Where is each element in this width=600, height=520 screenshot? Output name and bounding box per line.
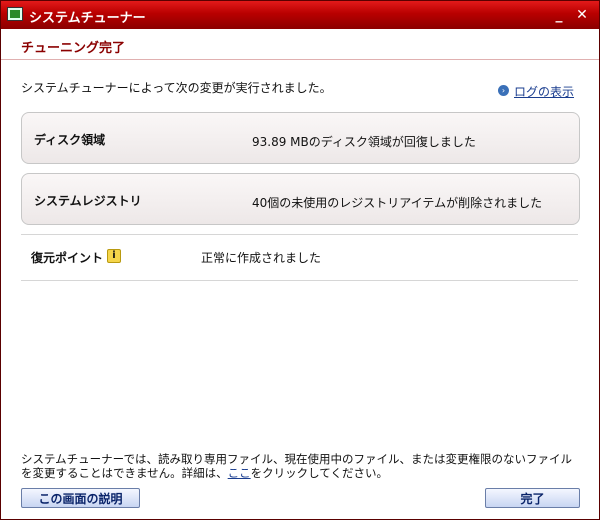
footer-note-text-end: をクリックしてください。: [250, 466, 388, 480]
registry-card: システムレジストリ 40個の未使用のレジストリアイテムが削除されました: [21, 173, 580, 225]
done-button[interactable]: 完了: [485, 488, 580, 508]
app-icon: [7, 7, 23, 21]
description-text: システムチューナーによって次の変更が実行されました。: [21, 81, 332, 95]
page-title: チューニング完了: [21, 41, 126, 56]
minimize-button[interactable]: _: [550, 6, 568, 24]
log-link-label[interactable]: ログの表示: [514, 83, 574, 100]
disk-space-value: 93.89 MBのディスク領域が回復しました: [252, 135, 476, 149]
window-title: システムチューナー: [29, 11, 146, 26]
arrow-circle-icon[interactable]: ›: [498, 85, 509, 96]
disk-space-label: ディスク領域: [34, 133, 106, 147]
system-tuner-window: システムチューナー _ ✕ チューニング完了 システムチューナーによって次の変更…: [0, 0, 600, 520]
disk-space-card: ディスク領域 93.89 MBのディスク領域が回復しました: [21, 112, 580, 164]
footer-note: システムチューナーでは、読み取り専用ファイル、現在使用中のファイル、または変更権…: [21, 452, 576, 480]
title-bar[interactable]: システムチューナー _ ✕: [1, 1, 599, 29]
close-button[interactable]: ✕: [573, 6, 591, 24]
details-link[interactable]: ここ: [228, 466, 251, 480]
registry-label: システムレジストリ: [34, 194, 142, 208]
dialog-header: チューニング完了: [1, 29, 599, 60]
explain-screen-button[interactable]: この画面の説明: [21, 488, 140, 508]
restore-point-row: 復元ポイント i 正常に作成されました: [21, 234, 578, 281]
registry-value: 40個の未使用のレジストリアイテムが削除されました: [252, 196, 543, 210]
info-icon[interactable]: i: [107, 249, 121, 263]
restore-point-label: 復元ポイント: [31, 251, 104, 265]
restore-point-value: 正常に作成されました: [201, 251, 322, 265]
